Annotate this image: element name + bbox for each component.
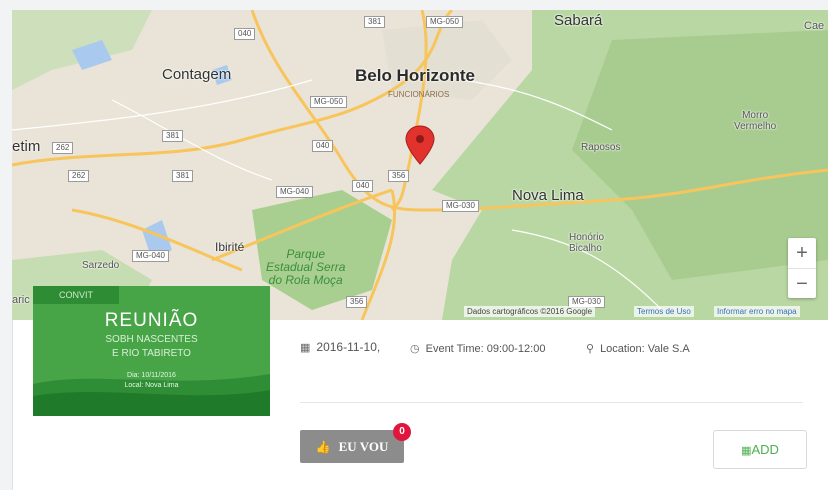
road-shield: 381 (172, 170, 194, 182)
map-label-nova-lima: Nova Lima (512, 187, 584, 204)
road-shield: MG-040 (132, 250, 169, 262)
road-shield: 262 (68, 170, 90, 182)
road-shield: 356 (346, 296, 368, 308)
event-map[interactable]: Belo Horizonte FUNCIONÁRIOS Contagem Sab… (12, 10, 828, 320)
road-shield: MG-050 (310, 96, 347, 108)
road-shield: MG-030 (442, 200, 479, 212)
map-marker-icon: ⚲ (586, 343, 595, 355)
road-shield: 356 (388, 170, 410, 182)
add-button-label: ADD (751, 442, 779, 457)
road-shield: MG-050 (426, 16, 463, 28)
add-to-calendar-button[interactable]: ▦ADD (713, 430, 807, 469)
thumbs-up-icon: 👍 (315, 440, 331, 454)
road-shield: 262 (52, 142, 74, 154)
event-date: ▦ 2016-11-10, (300, 340, 380, 354)
thumbnail-title: REUNIÃO (104, 310, 199, 331)
map-label-honorio-bicalho: Honório Bicalho (569, 232, 605, 254)
map-label-sabara: Sabará (554, 12, 603, 29)
card-divider (300, 402, 803, 403)
going-count-badge: 0 (393, 423, 411, 441)
event-location-text: Location: Vale S.A (600, 343, 690, 355)
road-shield: 381 (162, 130, 184, 142)
calendar-plus-icon: ▦ (741, 445, 752, 457)
map-report-link[interactable]: Informar erro no mapa (714, 306, 800, 317)
zoom-out-button[interactable]: − (788, 269, 816, 299)
going-button-label: EU VOU (338, 439, 389, 454)
map-label-sarzedo: Sarzedo (82, 260, 120, 271)
road-shield: MG-040 (276, 186, 313, 198)
thumbnail-date: Dia: 10/11/2016 (127, 372, 176, 379)
event-time-text: Event Time: 09:00-12:00 (425, 343, 546, 355)
map-label-ibirite: Ibirité (215, 240, 245, 254)
map-label-raposos: Raposos (581, 142, 621, 153)
map-label-belo-horizonte: Belo Horizonte (355, 66, 475, 85)
event-location: ⚲ Location: Vale S.A (586, 342, 690, 355)
map-label-contagem: Contagem (162, 66, 232, 83)
road-shield: 040 (234, 28, 256, 40)
map-terms-link[interactable]: Termos de Uso (634, 306, 694, 317)
map-zoom-control: + − (788, 238, 816, 298)
thumbnail-tag: CONVIT (33, 286, 119, 304)
event-thumbnail[interactable]: CONVIT REUNIÃO SOBH NASCENTES E RIO TABI… (33, 286, 270, 416)
thumbnail-place: Local: Nova Lima (124, 382, 179, 389)
event-date-text: 2016-11-10, (316, 340, 381, 354)
going-button[interactable]: 👍 EU VOU (300, 430, 404, 463)
map-label-etim: etim (12, 138, 41, 155)
zoom-in-button[interactable]: + (788, 238, 816, 269)
thumbnail-subtitle-2: E RIO TABIRETO (112, 348, 191, 359)
calendar-icon: ▦ (300, 342, 311, 354)
road-shield: 040 (352, 180, 374, 192)
clock-icon: ◷ (410, 343, 420, 355)
map-label-park: Parque Estadual Serra do Rola Moça (266, 247, 346, 287)
map-label-morro-vermelho: Morro Vermelho (734, 110, 777, 132)
event-time: ◷ Event Time: 09:00-12:00 (410, 342, 545, 355)
map-data-attribution: Dados cartográficos ©2016 Google (464, 306, 596, 317)
map-label-funcionarios: FUNCIONÁRIOS (388, 90, 450, 99)
thumbnail-subtitle-1: SOBH NASCENTES (105, 334, 198, 345)
map-canvas (12, 10, 828, 320)
road-shield: 381 (364, 16, 386, 28)
road-shield: 040 (312, 140, 334, 152)
map-label-cae: Cae (804, 20, 825, 32)
map-label-left-edge: aric (12, 294, 30, 306)
